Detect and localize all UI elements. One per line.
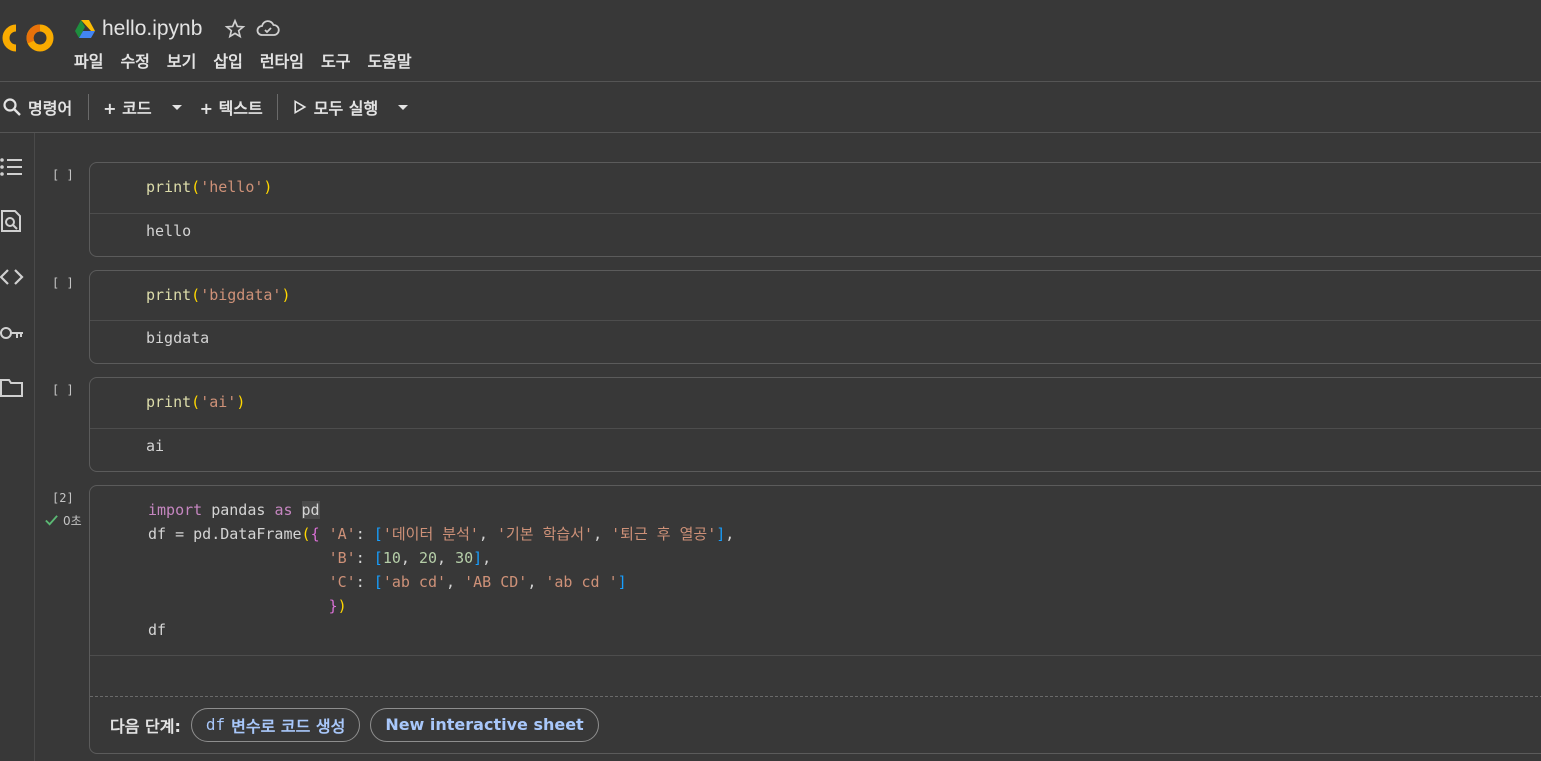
add-code-button[interactable]: + 코드 <box>103 92 151 122</box>
next-steps-bar: 다음 단계: df 변수로 코드 생성 New interactive shee… <box>90 696 1541 752</box>
code-line: 'B': [10, 20, 30], <box>328 549 492 567</box>
chip-label: 변수로 코드 생성 <box>231 716 346 736</box>
command-label: 명령어 <box>28 99 73 118</box>
execution-count[interactable]: [ ] <box>52 168 74 182</box>
secrets-key-icon[interactable] <box>0 321 24 345</box>
cell-output: bigdata <box>90 320 1541 363</box>
add-text-label: + 텍스트 <box>199 99 263 118</box>
interactive-sheet-chip[interactable]: New interactive sheet <box>370 707 599 742</box>
execution-count[interactable]: [ ] <box>52 383 74 397</box>
menu-insert[interactable]: 삽입 <box>213 50 242 74</box>
execution-count[interactable]: [ ] <box>52 276 74 290</box>
find-in-notebook-icon[interactable] <box>0 209 24 233</box>
toolbar-divider <box>88 94 90 120</box>
code-line: import pandas as pd <box>148 501 320 519</box>
chevron-down-icon[interactable] <box>396 100 410 114</box>
cloud-saved-icon[interactable] <box>256 18 281 40</box>
cell-output: ai <box>90 428 1541 471</box>
run-all-button[interactable]: 모두 실행 <box>292 92 378 122</box>
play-icon <box>294 100 307 114</box>
cell-output: hello <box>90 213 1541 256</box>
code-line: print('ai') <box>146 393 246 411</box>
star-icon[interactable] <box>224 18 246 40</box>
title-row: hello.ipynb <box>74 14 281 44</box>
checkmark-icon <box>45 515 58 526</box>
table-of-contents-icon[interactable] <box>0 155 24 179</box>
code-line: 'C': ['ab cd', 'AB CD', 'ab cd '] <box>328 573 627 591</box>
run-all-label: 모두 실행 <box>313 99 379 118</box>
code-cell[interactable]: print('bigdata') bigdata <box>89 270 1541 364</box>
code-line: print('bigdata') <box>146 286 291 304</box>
generate-code-chip[interactable]: df 변수로 코드 생성 <box>190 707 361 742</box>
execution-count[interactable]: [2] <box>52 491 74 505</box>
google-drive-icon <box>75 20 95 38</box>
next-steps-label: 다음 단계: <box>110 716 181 736</box>
command-palette-button[interactable]: 명령어 <box>2 92 72 122</box>
execution-time: 0초 <box>63 514 82 528</box>
code-cell[interactable]: import pandas as pd df = pd.DataFrame({ … <box>89 485 1541 754</box>
output-divider <box>90 655 1541 656</box>
menu-help[interactable]: 도움말 <box>367 50 411 74</box>
menu-edit[interactable]: 수정 <box>120 50 149 74</box>
chip-variable: df <box>205 715 226 734</box>
code-line: }) <box>328 597 347 615</box>
code-editor[interactable]: print('hello') <box>90 163 1541 213</box>
left-rail <box>0 133 35 761</box>
menu-tools[interactable]: 도구 <box>321 50 350 74</box>
code-cell[interactable]: print('hello') hello <box>89 162 1541 257</box>
code-cell[interactable]: print('ai') ai <box>89 377 1541 472</box>
menu-runtime[interactable]: 런타임 <box>260 50 304 74</box>
code-line: print('hello') <box>146 178 273 196</box>
add-code-label: + 코드 <box>103 99 152 118</box>
app-header: hello.ipynb 파일 수정 보기 삽입 런타임 도구 도움말 <box>0 0 1541 82</box>
toolbar-divider <box>276 94 278 120</box>
add-text-button[interactable]: + 텍스트 <box>200 92 263 122</box>
chip-label: New interactive sheet <box>385 715 584 734</box>
code-editor[interactable]: print('ai') <box>90 378 1541 428</box>
execution-status: 0초 <box>44 512 82 529</box>
search-icon <box>3 98 21 116</box>
code-line: df = pd.DataFrame({ 'A': ['데이터 분석', '기본 … <box>148 525 735 543</box>
menu-file[interactable]: 파일 <box>74 50 103 74</box>
menu-view[interactable]: 보기 <box>167 50 196 74</box>
code-editor[interactable]: import pandas as pd df = pd.DataFrame({ … <box>90 486 1541 656</box>
code-line: df <box>148 621 167 639</box>
code-editor[interactable]: print('bigdata') <box>90 271 1541 320</box>
chevron-down-icon[interactable] <box>170 100 184 114</box>
colab-logo-icon[interactable] <box>2 20 54 56</box>
code-snippets-icon[interactable] <box>0 265 24 289</box>
toolbar: 명령어 + 코드 + 텍스트 모두 실행 <box>0 82 1541 133</box>
notebook-title[interactable]: hello.ipynb <box>102 17 202 41</box>
menu-bar: 파일 수정 보기 삽입 런타임 도구 도움말 <box>74 50 429 74</box>
folder-icon[interactable] <box>0 376 24 400</box>
